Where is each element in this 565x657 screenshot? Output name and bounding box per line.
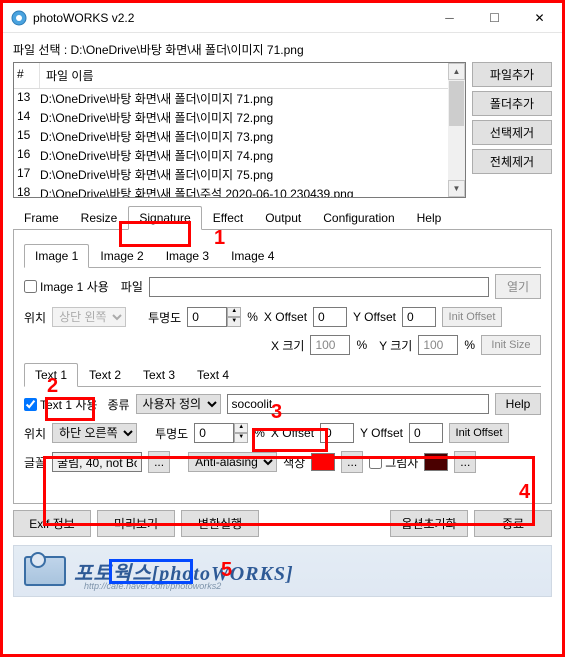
- maximize-button[interactable]: ☐: [472, 3, 517, 33]
- image-ysize-input[interactable]: [418, 335, 458, 355]
- subtab-text3[interactable]: Text 3: [132, 363, 186, 386]
- tab-frame[interactable]: Frame: [13, 206, 70, 229]
- ysize-label: Y 크기: [379, 337, 412, 354]
- annotation-num-2: 2: [47, 375, 58, 398]
- window-title: photoWORKS v2.2: [33, 11, 427, 25]
- annotation-num-1: 1: [214, 227, 225, 250]
- spin-down-icon[interactable]: ▼: [227, 317, 241, 327]
- text-help-button[interactable]: Help: [495, 393, 541, 415]
- tab-effect[interactable]: Effect: [202, 206, 254, 229]
- annotation-num-5: 5: [221, 559, 232, 582]
- shadow-color-swatch[interactable]: [424, 453, 448, 471]
- color-browse-button[interactable]: ...: [341, 451, 363, 473]
- text-kind-select[interactable]: 사용자 정의: [136, 394, 221, 414]
- text-opacity-label: 투명도: [155, 425, 188, 442]
- image-yoffset-input[interactable]: [402, 307, 436, 327]
- subtab-image4[interactable]: Image 4: [220, 244, 285, 267]
- run-button[interactable]: 변환실행: [181, 510, 259, 537]
- image-xsize-input[interactable]: [310, 335, 350, 355]
- spin-down-icon[interactable]: ▼: [234, 433, 248, 443]
- subtab-text2[interactable]: Text 2: [78, 363, 132, 386]
- image-xoffset-input[interactable]: [313, 307, 347, 327]
- banner-url: http://cafe.naver.com/photoworks2: [84, 581, 221, 591]
- remove-all-button[interactable]: 전체제거: [472, 149, 552, 174]
- scroll-up-button[interactable]: ▲: [448, 63, 465, 80]
- antialias-select[interactable]: Anti-alasing: [188, 452, 277, 472]
- image-opacity-input[interactable]: [187, 307, 227, 327]
- file-list-row[interactable]: 15D:\OneDrive\바탕 화면\새 폴더\이미지 73.png: [14, 127, 465, 146]
- text-position-label: 위치: [24, 425, 46, 442]
- minimize-button[interactable]: ─: [427, 3, 472, 33]
- shadow-checkbox[interactable]: 그림자: [369, 454, 418, 471]
- image-subtabs: Image 1 Image 2 Image 3 Image 4: [24, 244, 541, 268]
- file-list-row[interactable]: 14D:\OneDrive\바탕 화면\새 폴더\이미지 72.png: [14, 108, 465, 127]
- text-xoffset-label: X Offset: [271, 426, 314, 440]
- text-opacity-input[interactable]: [194, 423, 234, 443]
- annotation-num-4: 4: [519, 481, 530, 504]
- selected-file-path: 파일 선택 : D:\OneDrive\바탕 화면\새 폴더\이미지 71.pn…: [13, 41, 552, 58]
- text-subtabs: Text 1 Text 2 Text 3 Text 4: [24, 363, 541, 387]
- footer-banner: 포토웍스[photoWORKS] http://cafe.naver.com/p…: [13, 545, 552, 597]
- position-label: 위치: [24, 309, 46, 326]
- file-label: 파일: [121, 278, 143, 295]
- file-list-row[interactable]: 18D:\OneDrive\바탕 화면\새 폴더\주석 2020-06-10 2…: [14, 184, 465, 198]
- image-file-input[interactable]: [149, 277, 489, 297]
- subtab-text4[interactable]: Text 4: [186, 363, 240, 386]
- opacity-label: 투명도: [148, 309, 181, 326]
- camera-icon: [24, 556, 66, 586]
- subtab-image3[interactable]: Image 3: [155, 244, 220, 267]
- subtab-image2[interactable]: Image 2: [89, 244, 154, 267]
- file-list-row[interactable]: 16D:\OneDrive\바탕 화면\새 폴더\이미지 74.png: [14, 146, 465, 165]
- file-list[interactable]: # 파일 이름 13D:\OneDrive\바탕 화면\새 폴더\이미지 71.…: [13, 62, 466, 198]
- font-browse-button[interactable]: ...: [148, 451, 170, 473]
- main-tabs: Frame Resize Signature Effect Output Con…: [13, 206, 552, 230]
- font-label: 글꼴: [24, 454, 46, 471]
- tab-output[interactable]: Output: [254, 206, 312, 229]
- subtab-image1[interactable]: Image 1: [24, 244, 89, 268]
- preview-button[interactable]: 미리보기: [97, 510, 175, 537]
- tab-resize[interactable]: Resize: [70, 206, 129, 229]
- text-init-offset-button[interactable]: Init Offset: [449, 423, 509, 443]
- text-yoffset-label: Y Offset: [360, 426, 403, 440]
- tab-configuration[interactable]: Configuration: [312, 206, 405, 229]
- tab-signature[interactable]: Signature: [128, 206, 201, 230]
- yoffset-label: Y Offset: [353, 310, 396, 324]
- text-content-input[interactable]: [227, 394, 489, 414]
- reset-options-button[interactable]: 옵션초기화: [390, 510, 468, 537]
- add-file-button[interactable]: 파일추가: [472, 62, 552, 87]
- xsize-label: X 크기: [271, 337, 304, 354]
- image1-use-checkbox[interactable]: Image 1 사용: [24, 278, 109, 295]
- scrollbar-thumb[interactable]: [449, 81, 464, 126]
- tab-help[interactable]: Help: [406, 206, 453, 229]
- remove-selected-button[interactable]: 선택제거: [472, 120, 552, 145]
- text-yoffset-input[interactable]: [409, 423, 443, 443]
- col-filename[interactable]: 파일 이름: [40, 63, 465, 88]
- exif-info-button[interactable]: Exif 정보: [13, 510, 91, 537]
- font-display-input: [52, 452, 142, 472]
- text-color-swatch[interactable]: [311, 453, 335, 471]
- signature-panel: Image 1 Image 2 Image 3 Image 4 Image 1 …: [13, 230, 552, 504]
- file-list-row[interactable]: 17D:\OneDrive\바탕 화면\새 폴더\이미지 75.png: [14, 165, 465, 184]
- file-list-row[interactable]: 13D:\OneDrive\바탕 화면\새 폴더\이미지 71.png: [14, 89, 465, 108]
- xoffset-label: X Offset: [264, 310, 307, 324]
- text-xoffset-input[interactable]: [320, 423, 354, 443]
- color-label: 색상: [283, 454, 305, 471]
- image-position-select[interactable]: 상단 왼쪽: [52, 307, 126, 327]
- add-folder-button[interactable]: 폴더추가: [472, 91, 552, 116]
- init-size-button[interactable]: Init Size: [481, 335, 541, 355]
- spin-up-icon[interactable]: ▲: [234, 423, 248, 433]
- close-button[interactable]: ✕: [517, 3, 562, 33]
- text1-use-checkbox[interactable]: Text 1 사용: [24, 396, 97, 413]
- shadow-color-browse-button[interactable]: ...: [454, 451, 476, 473]
- scroll-down-button[interactable]: ▼: [448, 180, 465, 197]
- init-offset-button[interactable]: Init Offset: [442, 307, 502, 327]
- open-file-button[interactable]: 열기: [495, 274, 541, 299]
- app-icon: [11, 10, 27, 26]
- exit-button[interactable]: 종료: [474, 510, 552, 537]
- annotation-num-3: 3: [271, 401, 282, 424]
- spin-up-icon[interactable]: ▲: [227, 307, 241, 317]
- kind-label: 종류: [107, 396, 129, 413]
- col-number[interactable]: #: [14, 63, 40, 88]
- text-position-select[interactable]: 하단 오른쪽: [52, 423, 137, 443]
